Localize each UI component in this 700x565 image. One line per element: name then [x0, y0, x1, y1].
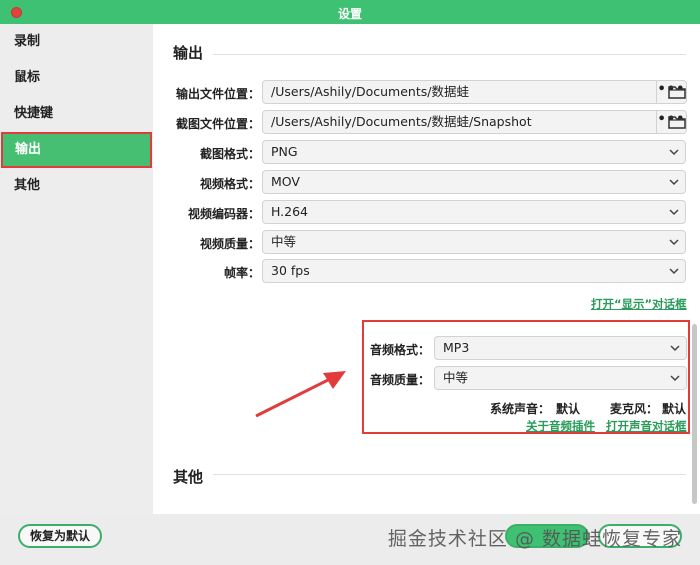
section-divider [213, 54, 686, 55]
scrollbar[interactable] [692, 324, 697, 504]
video-format-value: MOV [271, 174, 300, 189]
title-bar: 设置 [0, 0, 700, 24]
video-codec-select[interactable]: H.264 [262, 200, 686, 224]
video-codec-value: H.264 [271, 204, 309, 219]
framerate-value: 30 fps [271, 263, 310, 278]
chevron-down-icon [670, 375, 680, 382]
window-title: 设置 [337, 7, 362, 21]
audio-settings-highlight: 音频格式： MP3 音频质量： 中等 系统声音： 默认 麦克风： 默认 关于音频… [362, 320, 690, 434]
video-quality-label: 视频质量： [199, 237, 260, 251]
screenshot-format-label: 截图格式： [199, 147, 260, 161]
framerate-select[interactable]: 30 fps [262, 259, 686, 283]
framerate-label: 帧率： [223, 266, 260, 280]
video-format-label: 视频格式： [199, 177, 260, 191]
sidebar-item-shortcuts[interactable]: 快捷键 [0, 96, 153, 132]
snapshot-path-label: 截图文件位置： [175, 117, 260, 131]
snapshot-folder-icon[interactable] [668, 115, 686, 129]
audio-format-select[interactable]: MP3 [434, 336, 687, 360]
chevron-down-icon [669, 209, 679, 216]
sidebar-item-record[interactable]: 录制 [0, 24, 153, 60]
system-sound-label: 系统声音： [490, 402, 551, 416]
chevron-down-icon [669, 179, 679, 186]
sidebar-item-output[interactable]: 输出 [1, 132, 152, 168]
screenshot-format-value: PNG [271, 144, 298, 159]
sidebar: 录制 鼠标 快捷键 输出 其他 [0, 24, 153, 514]
footer-bar: 恢复为默认 掘金技术社区 @ 数据蛙恢复专家 [0, 514, 700, 565]
snapshot-path-field[interactable]: /Users/Ashily/Documents/数据蛙/Snapshot ••• [262, 110, 687, 134]
snapshot-path-value: /Users/Ashily/Documents/数据蛙/Snapshot [271, 114, 532, 129]
sidebar-item-mouse[interactable]: 鼠标 [0, 60, 153, 96]
audio-quality-label: 音频质量： [370, 373, 431, 387]
output-path-field[interactable]: /Users/Ashily/Documents/数据蛙 ••• [262, 80, 687, 104]
chevron-down-icon [669, 239, 679, 246]
watermark: 掘金技术社区 @ 数据蛙恢复专家 [387, 528, 682, 550]
reset-defaults-button[interactable]: 恢复为默认 [18, 524, 102, 548]
chevron-down-icon [669, 268, 679, 275]
output-folder-icon[interactable] [668, 85, 686, 99]
chevron-down-icon [669, 149, 679, 156]
open-display-dialog-link[interactable]: 打开“显示”对话框 [591, 296, 687, 312]
audio-plugin-link[interactable]: 关于音频插件 [526, 418, 595, 434]
video-quality-select[interactable]: 中等 [262, 230, 686, 254]
open-sound-dialog-link[interactable]: 打开声音对话框 [606, 418, 687, 434]
video-codec-label: 视频编码器： [187, 207, 260, 221]
mic-label: 麦克风： [610, 402, 659, 416]
audio-quality-select[interactable]: 中等 [434, 366, 687, 390]
other-section-title: 其他 [173, 468, 204, 486]
audio-format-value: MP3 [443, 340, 470, 355]
output-path-value: /Users/Ashily/Documents/数据蛙 [271, 84, 469, 99]
screenshot-format-select[interactable]: PNG [262, 140, 686, 164]
audio-format-label: 音频格式： [370, 343, 431, 357]
mic-value[interactable]: 默认 [662, 400, 686, 417]
sidebar-item-other[interactable]: 其他 [0, 168, 153, 204]
video-format-select[interactable]: MOV [262, 170, 686, 194]
output-path-label: 输出文件位置： [175, 87, 260, 101]
output-section-title: 输出 [173, 44, 204, 62]
section-divider [213, 474, 686, 475]
system-sound-value[interactable]: 默认 [556, 400, 580, 417]
audio-quality-value: 中等 [443, 370, 469, 385]
video-quality-value: 中等 [271, 234, 297, 249]
settings-content: 输出 输出文件位置： /Users/Ashily/Documents/数据蛙 •… [153, 24, 700, 514]
chevron-down-icon [670, 345, 680, 352]
